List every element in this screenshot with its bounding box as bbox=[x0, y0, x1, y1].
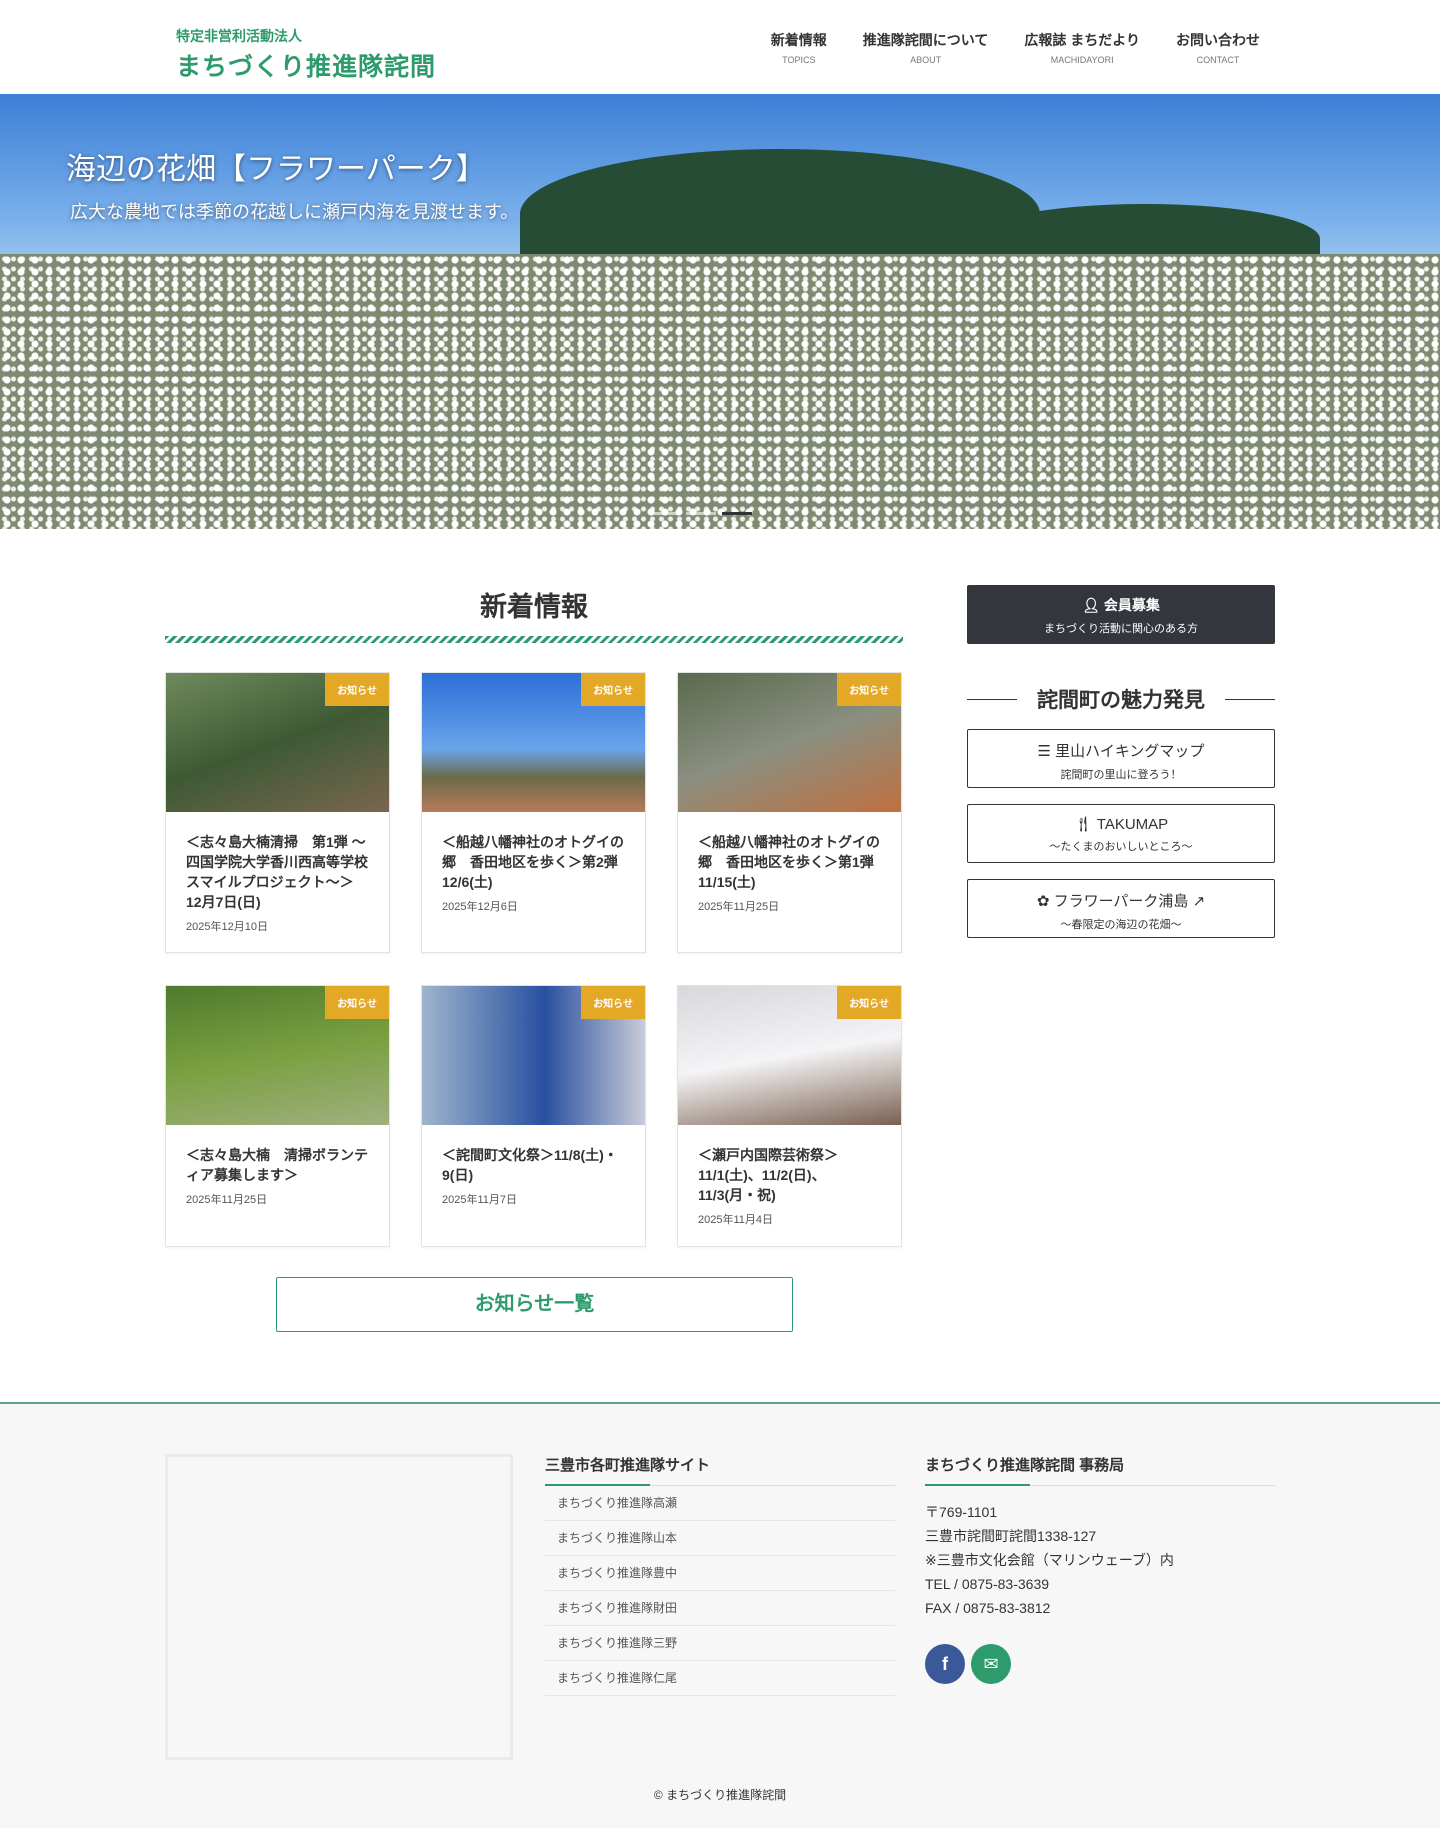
fax: FAX / 0875-83-3812 bbox=[925, 1600, 1051, 1616]
nav-sublabel: CONTACT bbox=[1196, 55, 1240, 65]
utensils-icon: 🍴︎ bbox=[1073, 816, 1097, 833]
slide-dot-active[interactable] bbox=[722, 512, 752, 515]
news-title: ＜詫間町文化祭＞11/8(土)・9(日) bbox=[442, 1147, 618, 1183]
news-thumbnail: お知らせ bbox=[166, 673, 389, 812]
site-footer: 三豊市各町推進隊サイト まちづくり推進隊高瀬 まちづくり推進隊山本 まちづくり推進隊… bbox=[0, 1402, 1440, 1828]
divider bbox=[967, 698, 1017, 700]
news-list-button[interactable]: お知らせ一覧 bbox=[276, 1277, 793, 1332]
postal-code: 〒769-1101 bbox=[925, 1504, 998, 1520]
link-subtitle: 詫間町の里山に登ろう！ bbox=[1060, 769, 1182, 781]
news-heading: 新着情報 bbox=[480, 592, 588, 622]
facebook-icon[interactable]: f bbox=[925, 1644, 965, 1684]
news-card[interactable]: お知らせ ＜船越八幡神社のオトグイの郷 香田地区を歩く＞第2弾12/6(土) 202… bbox=[421, 672, 646, 953]
category-badge: お知らせ bbox=[837, 986, 901, 1019]
news-thumbnail: お知らせ bbox=[166, 986, 389, 1125]
nav-about[interactable]: 推進隊詫間について ABOUT bbox=[863, 30, 989, 65]
slide-dot[interactable] bbox=[650, 512, 680, 515]
org-name: まちづくり推進隊詫間 bbox=[176, 53, 437, 81]
member-title: 会員募集 bbox=[1103, 597, 1160, 613]
link-title: TAKUMAP bbox=[1096, 816, 1169, 833]
org-type: 特定非営利活動法人 bbox=[176, 28, 302, 44]
sites-heading: 三豊市各町推進隊サイト bbox=[545, 1454, 895, 1486]
category-badge: お知らせ bbox=[325, 986, 389, 1019]
sites-column: 三豊市各町推進隊サイト まちづくり推進隊高瀬 まちづくり推進隊山本 まちづくり推進隊… bbox=[545, 1454, 895, 1696]
copyright: © まちづくり推進隊詫間 bbox=[653, 1788, 787, 1802]
external-link-icon: ↗ bbox=[1188, 893, 1206, 910]
news-date: 2025年11月4日 bbox=[698, 1214, 774, 1226]
hero-slider[interactable]: 海辺の花畑【フラワーパーク】 広大な農地では季節の花越しに瀬戸内海を見渡せます。 bbox=[0, 94, 1440, 529]
phone: TEL / 0875-83-3639 bbox=[925, 1576, 1050, 1592]
leaf-icon: ✿ bbox=[1036, 893, 1054, 910]
news-title: ＜瀬戸内国際芸術祭＞11/1(土)、11/2(日)、11/3(月・祝) bbox=[698, 1147, 838, 1203]
office-heading: まちづくり推進隊詫間 事務局 bbox=[925, 1454, 1275, 1486]
link-subtitle: 〜たくまのおいしいところ〜 bbox=[1049, 841, 1193, 853]
office-column: まちづくり推進隊詫間 事務局 〒769-1101 三豊市詫間町詫間1338-12… bbox=[925, 1454, 1275, 1684]
site-logo[interactable]: 特定非営利活動法人 まちづくり推進隊詫間 bbox=[176, 26, 436, 83]
slide-indicators bbox=[650, 512, 752, 515]
news-title: ＜志々島大楠清掃 第1弾 〜四国学院大学香川西高等学校 スマイルプロジェクト〜＞… bbox=[186, 834, 382, 910]
main-nav: 新着情報 TOPICS 推進隊詫間について ABOUT 広報誌 まちだより MACHI… bbox=[771, 30, 1260, 65]
nav-contact[interactable]: お問い合わせ CONTACT bbox=[1176, 30, 1260, 65]
news-date: 2025年11月25日 bbox=[698, 901, 780, 913]
nav-sublabel: MACHIDAYORI bbox=[1050, 55, 1114, 65]
nav-sublabel: TOPICS bbox=[782, 55, 816, 65]
site-link[interactable]: まちづくり推進隊財田 bbox=[545, 1591, 895, 1626]
hero-title: 海辺の花畑【フラワーパーク】 bbox=[66, 153, 486, 186]
takumap-link[interactable]: 🍴︎ TAKUMAP 〜たくまのおいしいところ〜 bbox=[967, 804, 1275, 863]
nav-label: 新着情報 bbox=[770, 32, 827, 48]
address: 三豊市詫間町詫間1338-127 bbox=[925, 1528, 1097, 1544]
site-link[interactable]: まちづくり推進隊三野 bbox=[545, 1626, 895, 1661]
flower-park-link[interactable]: ✿ フラワーパーク浦島 ↗ 〜春限定の海辺の花畑〜 bbox=[967, 879, 1275, 938]
news-thumbnail: お知らせ bbox=[422, 986, 645, 1125]
member-recruit-button[interactable]: 👤︎ 会員募集 まちづくり活動に関心のある方 bbox=[967, 585, 1275, 644]
hero-subtitle: 広大な農地では季節の花越しに瀬戸内海を見渡せます。 bbox=[70, 202, 519, 222]
nav-label: お問い合わせ bbox=[1176, 32, 1260, 48]
nav-topics[interactable]: 新着情報 TOPICS bbox=[771, 30, 827, 65]
nav-sublabel: ABOUT bbox=[910, 55, 942, 65]
divider bbox=[1225, 698, 1275, 700]
category-badge: お知らせ bbox=[581, 986, 645, 1019]
mail-icon[interactable]: ✉ bbox=[971, 1644, 1011, 1684]
member-subtitle: まちづくり活動に関心のある方 bbox=[1044, 623, 1198, 635]
news-date: 2025年12月6日 bbox=[442, 901, 518, 913]
link-title: フラワーパーク浦島 bbox=[1053, 893, 1189, 910]
news-card[interactable]: お知らせ ＜船越八幡神社のオトグイの郷 香田地区を歩く＞第1弾11/15(土) 20… bbox=[677, 672, 902, 953]
site-link[interactable]: まちづくり推進隊高瀬 bbox=[545, 1486, 895, 1521]
site-link[interactable]: まちづくり推進隊仁尾 bbox=[545, 1661, 895, 1696]
nav-machidayori[interactable]: 広報誌 まちだより MACHIDAYORI bbox=[1024, 30, 1140, 65]
signpost-icon: ☰ bbox=[1037, 743, 1056, 760]
footer-embed-box bbox=[165, 1454, 513, 1760]
category-badge: お知らせ bbox=[581, 673, 645, 706]
address-note: ※三豊市文化会館（マリンウェーブ）内 bbox=[925, 1552, 1174, 1568]
news-title: ＜船越八幡神社のオトグイの郷 香田地区を歩く＞第1弾11/15(土) bbox=[698, 834, 880, 890]
heading-divider bbox=[165, 636, 903, 643]
link-title: 里山ハイキングマップ bbox=[1055, 743, 1205, 760]
news-thumbnail: お知らせ bbox=[678, 673, 901, 812]
nav-label: 広報誌 まちだより bbox=[1024, 32, 1140, 48]
site-link[interactable]: まちづくり推進隊豊中 bbox=[545, 1556, 895, 1591]
site-link[interactable]: まちづくり推進隊山本 bbox=[545, 1521, 895, 1556]
news-date: 2025年11月7日 bbox=[442, 1194, 518, 1206]
category-badge: お知らせ bbox=[837, 673, 901, 706]
nav-label: 推進隊詫間について bbox=[862, 32, 989, 48]
hiking-map-link[interactable]: ☰ 里山ハイキングマップ 詫間町の里山に登ろう！ bbox=[967, 729, 1275, 788]
site-header: 特定非営利活動法人 まちづくり推進隊詫間 新着情報 TOPICS 推進隊詫間につい… bbox=[0, 0, 1440, 94]
news-title: ＜志々島大楠 清掃ボランティア募集します＞ bbox=[186, 1147, 368, 1183]
link-subtitle: 〜春限定の海辺の花畑〜 bbox=[1060, 919, 1182, 931]
category-badge: お知らせ bbox=[325, 673, 389, 706]
news-thumbnail: お知らせ bbox=[678, 986, 901, 1125]
news-date: 2025年11月25日 bbox=[186, 1194, 268, 1206]
news-card[interactable]: お知らせ ＜志々島大楠 清掃ボランティア募集します＞ 2025年11月25日 bbox=[165, 985, 390, 1247]
slide-dot[interactable] bbox=[686, 512, 716, 515]
flower-field-image bbox=[0, 254, 1440, 529]
news-card[interactable]: お知らせ ＜志々島大楠清掃 第1弾 〜四国学院大学香川西高等学校 スマイルプロジェ… bbox=[165, 672, 390, 953]
sidebar-heading: 詫間町の魅力発見 bbox=[967, 684, 1275, 714]
news-title: ＜船越八幡神社のオトグイの郷 香田地区を歩く＞第2弾12/6(土) bbox=[442, 834, 624, 890]
user-icon: 👤︎ bbox=[1082, 597, 1104, 613]
news-card[interactable]: お知らせ ＜瀬戸内国際芸術祭＞11/1(土)、11/2(日)、11/3(月・祝) 2… bbox=[677, 985, 902, 1247]
news-thumbnail: お知らせ bbox=[422, 673, 645, 812]
news-card[interactable]: お知らせ ＜詫間町文化祭＞11/8(土)・9(日) 2025年11月7日 bbox=[421, 985, 646, 1247]
news-date: 2025年12月10日 bbox=[186, 921, 268, 933]
sidebar-heading-text: 詫間町の魅力発見 bbox=[1037, 689, 1205, 712]
